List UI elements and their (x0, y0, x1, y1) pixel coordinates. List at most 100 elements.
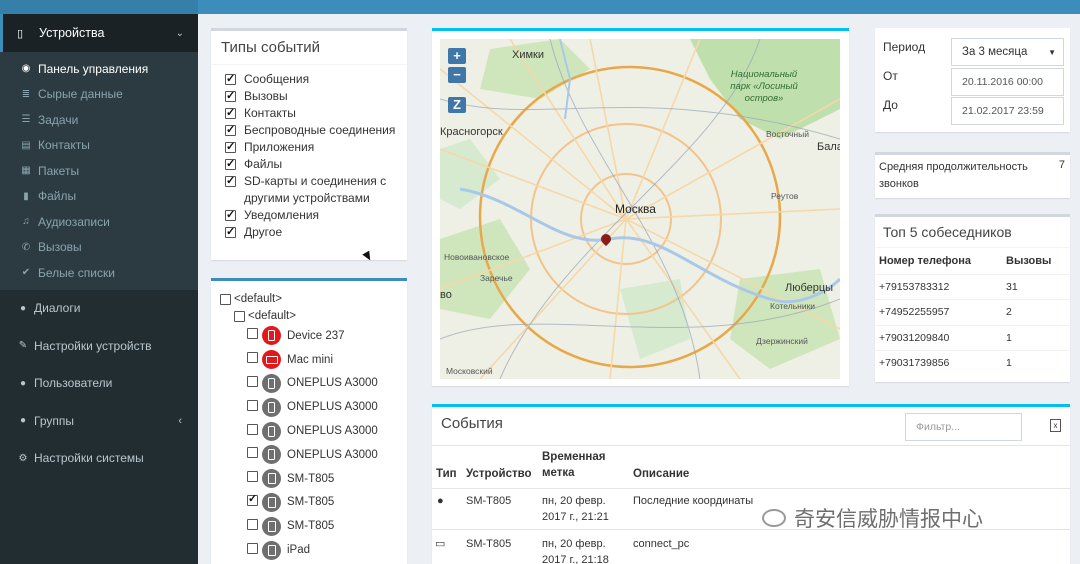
event-type-checkbox[interactable] (225, 207, 236, 224)
top5-calls: 1 (1006, 357, 1012, 370)
map-view[interactable]: Химки Национальный парк «Лосиный остров»… (440, 39, 840, 379)
top5-col-phone: Номер телефона (879, 254, 971, 267)
device-checkbox[interactable] (247, 471, 258, 483)
device-checkbox[interactable] (247, 447, 258, 459)
sidebar-item-whitelists[interactable]: ✔ Белые списки (0, 260, 198, 286)
caret-down-icon: ▼ (1048, 47, 1056, 57)
sidebar-item-packages[interactable]: ▦ Пакеты (0, 158, 198, 184)
export-excel-icon[interactable]: x (1050, 419, 1061, 432)
sidebar-item-device-settings[interactable]: ✎ Настройки устройств (0, 327, 198, 365)
event-type-item[interactable]: SD-карты и соединения с другими устройст… (225, 173, 407, 207)
event-type-checkbox[interactable] (225, 139, 236, 156)
sidebar-item-groups[interactable]: ● Группы ‹ (0, 402, 198, 440)
tree-group[interactable]: <default> (220, 308, 407, 324)
events-col-description[interactable]: Описание (633, 466, 689, 482)
event-type-item[interactable]: Уведомления (225, 207, 407, 224)
sidebar-devices-menu[interactable]: ▯ Устройства ⌄ (0, 14, 198, 52)
zoom-in-button[interactable]: + (448, 48, 466, 64)
device-checkbox[interactable] (247, 518, 258, 530)
device-checkbox[interactable] (247, 423, 258, 435)
device-item[interactable]: SM-T805 (211, 491, 407, 515)
map-label-khimki: Химки (512, 49, 545, 61)
sidebar-item-dialogs[interactable]: ● Диалоги (0, 290, 198, 328)
device-item[interactable]: ONEPLUS A3000 (211, 395, 407, 419)
device-checkbox[interactable] (247, 375, 258, 387)
event-type-item[interactable]: Другое (225, 224, 407, 241)
sidebar-item-audio[interactable]: ♫ Аудиозаписи (0, 209, 198, 235)
event-type-label: Другое (244, 225, 283, 239)
sidebar-item-label: Сырые данные (38, 87, 123, 102)
map-label-dzerzhinsky: Дзержинский (756, 336, 808, 346)
event-type-item[interactable]: Беспроводные соединения (225, 122, 407, 139)
top-bar (0, 0, 1080, 14)
device-item[interactable]: SM-T805 (211, 467, 407, 491)
top5-row: +79153783312 31 (875, 273, 1070, 300)
event-type-checkbox[interactable] (225, 173, 236, 190)
tablet-icon (262, 516, 281, 536)
comments-icon: ● (19, 302, 27, 314)
tree-root[interactable]: <default> (220, 291, 407, 307)
from-date-field[interactable]: 20.11.2016 00:00 (951, 68, 1064, 96)
device-item[interactable]: ONEPLUS A3000 (211, 443, 407, 467)
contacts-icon: ▤ (21, 139, 31, 151)
sidebar-item-calls[interactable]: ✆ Вызовы (0, 235, 198, 261)
sidebar-item-contacts[interactable]: ▤ Контакты (0, 133, 198, 159)
from-date-value: 20.11.2016 00:00 (962, 76, 1043, 88)
event-type-item[interactable]: Сообщения (225, 71, 407, 88)
device-item[interactable]: SM-T805 (211, 514, 407, 538)
device-checkbox[interactable] (247, 328, 258, 340)
sidebar-item-label: Пользователи (34, 376, 113, 391)
event-type-checkbox[interactable] (225, 224, 236, 241)
event-type-checkbox[interactable] (225, 71, 236, 88)
device-checkbox[interactable] (247, 352, 258, 364)
sidebar-item-system-settings[interactable]: ⚙ Настройки системы (0, 440, 198, 478)
event-device: SM-T805 (466, 495, 512, 507)
map-label-zarechye: Заречье (480, 273, 513, 283)
device-item[interactable]: Mac mini (211, 348, 407, 372)
tree-group-checkbox[interactable] (234, 310, 245, 322)
device-item[interactable]: ONEPLUS A3000 (211, 419, 407, 443)
from-label: От (883, 69, 898, 83)
to-date-field[interactable]: 21.02.2017 23:59 (951, 97, 1064, 125)
events-filter-input[interactable]: Фильтр... (905, 413, 1022, 441)
avg-call-duration-panel: Средняя продолжительность звонков 7 (875, 152, 1070, 198)
period-select[interactable]: За 3 месяца ▼ (951, 38, 1064, 66)
event-type-checkbox[interactable] (225, 122, 236, 139)
sidebar-item-label: Панель управления (38, 61, 149, 76)
event-type-checkbox[interactable] (225, 105, 236, 122)
device-checkbox[interactable] (247, 399, 258, 411)
event-type-item[interactable]: Приложения (225, 139, 407, 156)
device-item[interactable]: Device 237 (211, 324, 407, 348)
device-name: SM-T805 (287, 520, 335, 533)
sidebar-item-raw-data[interactable]: ≣ Сырые данные (0, 82, 198, 108)
sidebar-item-users[interactable]: ● Пользователи (0, 365, 198, 403)
device-item[interactable]: iPad (211, 538, 407, 562)
device-checkbox[interactable] (247, 542, 258, 554)
tree-root-checkbox[interactable] (220, 293, 231, 305)
event-type-checkbox[interactable] (225, 88, 236, 105)
events-title: События (441, 415, 503, 432)
event-type-item[interactable]: Вызовы (225, 88, 407, 105)
sidebar-item-files[interactable]: ▮ Файлы (0, 184, 198, 210)
event-type-item[interactable]: Файлы (225, 156, 407, 173)
events-col-type[interactable]: Тип (436, 466, 457, 482)
event-timestamp: пн, 20 февр. 2017 г., 21:18 (542, 538, 609, 564)
events-col-timestamp[interactable]: Временная метка (542, 449, 622, 481)
sidebar: ▯ Устройства ⌄ ◉ Панель управления ≣ Сырые… (0, 14, 198, 564)
sidebar-item-dashboard[interactable]: ◉ Панель управления (0, 56, 198, 82)
event-types-list: Сообщения Вызовы Контакты Беспроводные соед… (211, 65, 407, 241)
device-checkbox[interactable] (247, 492, 258, 506)
sidebar-item-tasks[interactable]: ☰ Задачи (0, 107, 198, 133)
avg-call-duration-label: Средняя продолжительность звонков (879, 161, 1028, 190)
zoom-select-button[interactable]: Z (448, 97, 466, 113)
zoom-out-button[interactable]: − (448, 67, 466, 83)
device-item[interactable]: ONEPLUS A3000 (211, 372, 407, 396)
event-type-item[interactable]: Контакты (225, 105, 407, 122)
event-type-checkbox[interactable] (225, 156, 236, 173)
map-label-vostochny: Восточный (766, 129, 809, 139)
events-header-divider (432, 488, 1070, 489)
events-col-device[interactable]: Устройство (466, 466, 532, 482)
event-type-label: Контакты (244, 106, 296, 120)
packages-icon: ▦ (21, 165, 31, 177)
device-name: SM-T805 (287, 496, 335, 509)
